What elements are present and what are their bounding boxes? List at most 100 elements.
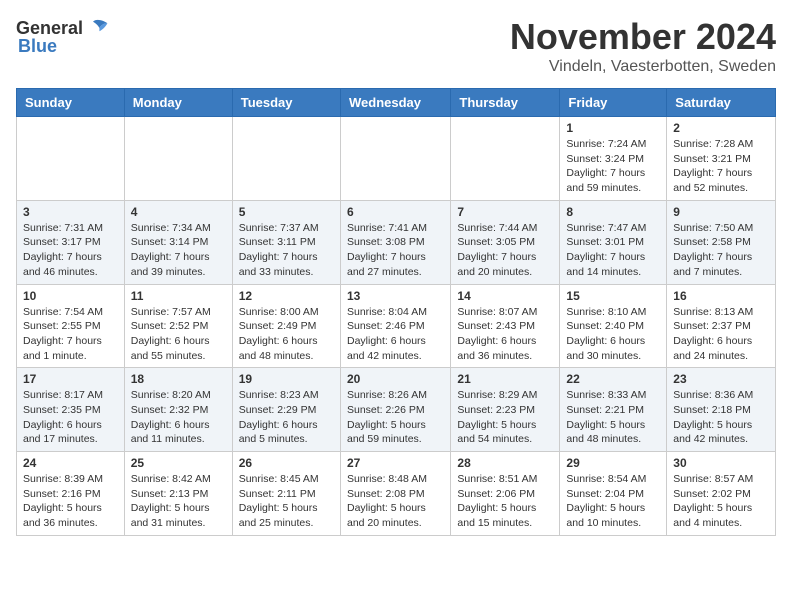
- calendar-cell: 29 Sunrise: 8:54 AM Sunset: 2:04 PM Dayli…: [560, 452, 667, 536]
- day-info: Sunrise: 8:29 AM Sunset: 2:23 PM Dayligh…: [457, 388, 553, 447]
- month-title: November 2024: [510, 16, 776, 58]
- calendar-cell: 18 Sunrise: 8:20 AM Sunset: 2:32 PM Dayli…: [124, 368, 232, 452]
- day-info: Sunrise: 8:54 AM Sunset: 2:04 PM Dayligh…: [566, 472, 660, 531]
- calendar-cell: 30Sunrise: 8:57 AM Sunset: 2:02 PM Dayli…: [667, 452, 776, 536]
- day-number: 22: [566, 372, 660, 386]
- day-number: 12: [239, 289, 334, 303]
- calendar-cell: 28 Sunrise: 8:51 AM Sunset: 2:06 PM Dayli…: [451, 452, 560, 536]
- title-section: November 2024 Vindeln, Vaesterbotten, Sw…: [510, 16, 776, 76]
- calendar-cell: [17, 117, 125, 201]
- logo: General Blue: [16, 16, 109, 57]
- day-info: Sunrise: 8:57 AM Sunset: 2:02 PM Dayligh…: [673, 472, 769, 531]
- weekday-header-friday: Friday: [560, 89, 667, 117]
- calendar-cell: 13 Sunrise: 8:04 AM Sunset: 2:46 PM Dayli…: [340, 284, 450, 368]
- day-info: Sunrise: 7:24 AM Sunset: 3:24 PM Dayligh…: [566, 137, 660, 196]
- calendar-header-row: SundayMondayTuesdayWednesdayThursdayFrid…: [17, 89, 776, 117]
- day-info: Sunrise: 8:20 AM Sunset: 2:32 PM Dayligh…: [131, 388, 226, 447]
- logo-bird-icon: [85, 16, 109, 40]
- day-info: Sunrise: 7:44 AM Sunset: 3:05 PM Dayligh…: [457, 221, 553, 280]
- day-info: Sunrise: 7:47 AM Sunset: 3:01 PM Dayligh…: [566, 221, 660, 280]
- calendar-cell: 10 Sunrise: 7:54 AM Sunset: 2:55 PM Dayli…: [17, 284, 125, 368]
- day-number: 20: [347, 372, 444, 386]
- weekday-header-tuesday: Tuesday: [232, 89, 340, 117]
- day-info: Sunrise: 8:48 AM Sunset: 2:08 PM Dayligh…: [347, 472, 444, 531]
- day-number: 8: [566, 205, 660, 219]
- day-info: Sunrise: 8:07 AM Sunset: 2:43 PM Dayligh…: [457, 305, 553, 364]
- calendar-cell: 21 Sunrise: 8:29 AM Sunset: 2:23 PM Dayli…: [451, 368, 560, 452]
- day-info: Sunrise: 8:04 AM Sunset: 2:46 PM Dayligh…: [347, 305, 444, 364]
- weekday-header-monday: Monday: [124, 89, 232, 117]
- day-number: 4: [131, 205, 226, 219]
- calendar-cell: [340, 117, 450, 201]
- day-number: 5: [239, 205, 334, 219]
- calendar-cell: 19Sunrise: 8:23 AM Sunset: 2:29 PM Dayli…: [232, 368, 340, 452]
- day-number: 27: [347, 456, 444, 470]
- day-info: Sunrise: 7:57 AM Sunset: 2:52 PM Dayligh…: [131, 305, 226, 364]
- day-info: Sunrise: 8:36 AM Sunset: 2:18 PM Dayligh…: [673, 388, 769, 447]
- weekday-header-wednesday: Wednesday: [340, 89, 450, 117]
- day-info: Sunrise: 7:41 AM Sunset: 3:08 PM Dayligh…: [347, 221, 444, 280]
- day-info: Sunrise: 7:37 AM Sunset: 3:11 PM Dayligh…: [239, 221, 334, 280]
- day-number: 26: [239, 456, 334, 470]
- day-info: Sunrise: 8:10 AM Sunset: 2:40 PM Dayligh…: [566, 305, 660, 364]
- calendar-cell: 2Sunrise: 7:28 AM Sunset: 3:21 PM Daylig…: [667, 117, 776, 201]
- calendar-cell: 5 Sunrise: 7:37 AM Sunset: 3:11 PM Daylig…: [232, 200, 340, 284]
- day-number: 13: [347, 289, 444, 303]
- week-row-2: 3 Sunrise: 7:31 AM Sunset: 3:17 PM Daylig…: [17, 200, 776, 284]
- week-row-3: 10 Sunrise: 7:54 AM Sunset: 2:55 PM Dayli…: [17, 284, 776, 368]
- day-number: 10: [23, 289, 118, 303]
- day-info: Sunrise: 8:26 AM Sunset: 2:26 PM Dayligh…: [347, 388, 444, 447]
- day-number: 25: [131, 456, 226, 470]
- day-number: 24: [23, 456, 118, 470]
- day-number: 23: [673, 372, 769, 386]
- day-number: 19: [239, 372, 334, 386]
- calendar-cell: 3 Sunrise: 7:31 AM Sunset: 3:17 PM Daylig…: [17, 200, 125, 284]
- calendar-cell: 14 Sunrise: 8:07 AM Sunset: 2:43 PM Dayli…: [451, 284, 560, 368]
- day-info: Sunrise: 8:17 AM Sunset: 2:35 PM Dayligh…: [23, 388, 118, 447]
- calendar-cell: 22Sunrise: 8:33 AM Sunset: 2:21 PM Dayli…: [560, 368, 667, 452]
- calendar-cell: 26 Sunrise: 8:45 AM Sunset: 2:11 PM Dayli…: [232, 452, 340, 536]
- calendar-cell: 23 Sunrise: 8:36 AM Sunset: 2:18 PM Dayli…: [667, 368, 776, 452]
- calendar-cell: 12 Sunrise: 8:00 AM Sunset: 2:49 PM Dayli…: [232, 284, 340, 368]
- calendar-cell: [124, 117, 232, 201]
- day-info: Sunrise: 7:34 AM Sunset: 3:14 PM Dayligh…: [131, 221, 226, 280]
- calendar-cell: 8 Sunrise: 7:47 AM Sunset: 3:01 PM Daylig…: [560, 200, 667, 284]
- day-number: 6: [347, 205, 444, 219]
- logo-blue-text: Blue: [18, 36, 57, 57]
- location-text: Vindeln, Vaesterbotten, Sweden: [510, 58, 776, 76]
- day-info: Sunrise: 7:54 AM Sunset: 2:55 PM Dayligh…: [23, 305, 118, 364]
- day-number: 3: [23, 205, 118, 219]
- calendar-cell: 9 Sunrise: 7:50 AM Sunset: 2:58 PM Daylig…: [667, 200, 776, 284]
- calendar-cell: 6 Sunrise: 7:41 AM Sunset: 3:08 PM Daylig…: [340, 200, 450, 284]
- day-info: Sunrise: 8:45 AM Sunset: 2:11 PM Dayligh…: [239, 472, 334, 531]
- day-number: 9: [673, 205, 769, 219]
- calendar-cell: 17Sunrise: 8:17 AM Sunset: 2:35 PM Dayli…: [17, 368, 125, 452]
- day-number: 11: [131, 289, 226, 303]
- calendar-cell: 27 Sunrise: 8:48 AM Sunset: 2:08 PM Dayli…: [340, 452, 450, 536]
- day-number: 28: [457, 456, 553, 470]
- day-info: Sunrise: 8:39 AM Sunset: 2:16 PM Dayligh…: [23, 472, 118, 531]
- day-info: Sunrise: 8:00 AM Sunset: 2:49 PM Dayligh…: [239, 305, 334, 364]
- calendar-cell: 16 Sunrise: 8:13 AM Sunset: 2:37 PM Dayli…: [667, 284, 776, 368]
- calendar-cell: 24 Sunrise: 8:39 AM Sunset: 2:16 PM Dayli…: [17, 452, 125, 536]
- calendar-cell: 11 Sunrise: 7:57 AM Sunset: 2:52 PM Dayli…: [124, 284, 232, 368]
- day-info: Sunrise: 7:31 AM Sunset: 3:17 PM Dayligh…: [23, 221, 118, 280]
- calendar-table: SundayMondayTuesdayWednesdayThursdayFrid…: [16, 88, 776, 536]
- calendar-cell: 25Sunrise: 8:42 AM Sunset: 2:13 PM Dayli…: [124, 452, 232, 536]
- day-number: 14: [457, 289, 553, 303]
- day-number: 16: [673, 289, 769, 303]
- day-info: Sunrise: 8:51 AM Sunset: 2:06 PM Dayligh…: [457, 472, 553, 531]
- day-info: Sunrise: 7:28 AM Sunset: 3:21 PM Dayligh…: [673, 137, 769, 196]
- week-row-4: 17Sunrise: 8:17 AM Sunset: 2:35 PM Dayli…: [17, 368, 776, 452]
- calendar-cell: [232, 117, 340, 201]
- weekday-header-sunday: Sunday: [17, 89, 125, 117]
- calendar-cell: 4 Sunrise: 7:34 AM Sunset: 3:14 PM Daylig…: [124, 200, 232, 284]
- day-info: Sunrise: 8:13 AM Sunset: 2:37 PM Dayligh…: [673, 305, 769, 364]
- day-number: 21: [457, 372, 553, 386]
- page-header: General Blue November 2024 Vindeln, Vaes…: [16, 16, 776, 76]
- day-number: 29: [566, 456, 660, 470]
- day-number: 7: [457, 205, 553, 219]
- day-number: 15: [566, 289, 660, 303]
- day-number: 18: [131, 372, 226, 386]
- day-info: Sunrise: 7:50 AM Sunset: 2:58 PM Dayligh…: [673, 221, 769, 280]
